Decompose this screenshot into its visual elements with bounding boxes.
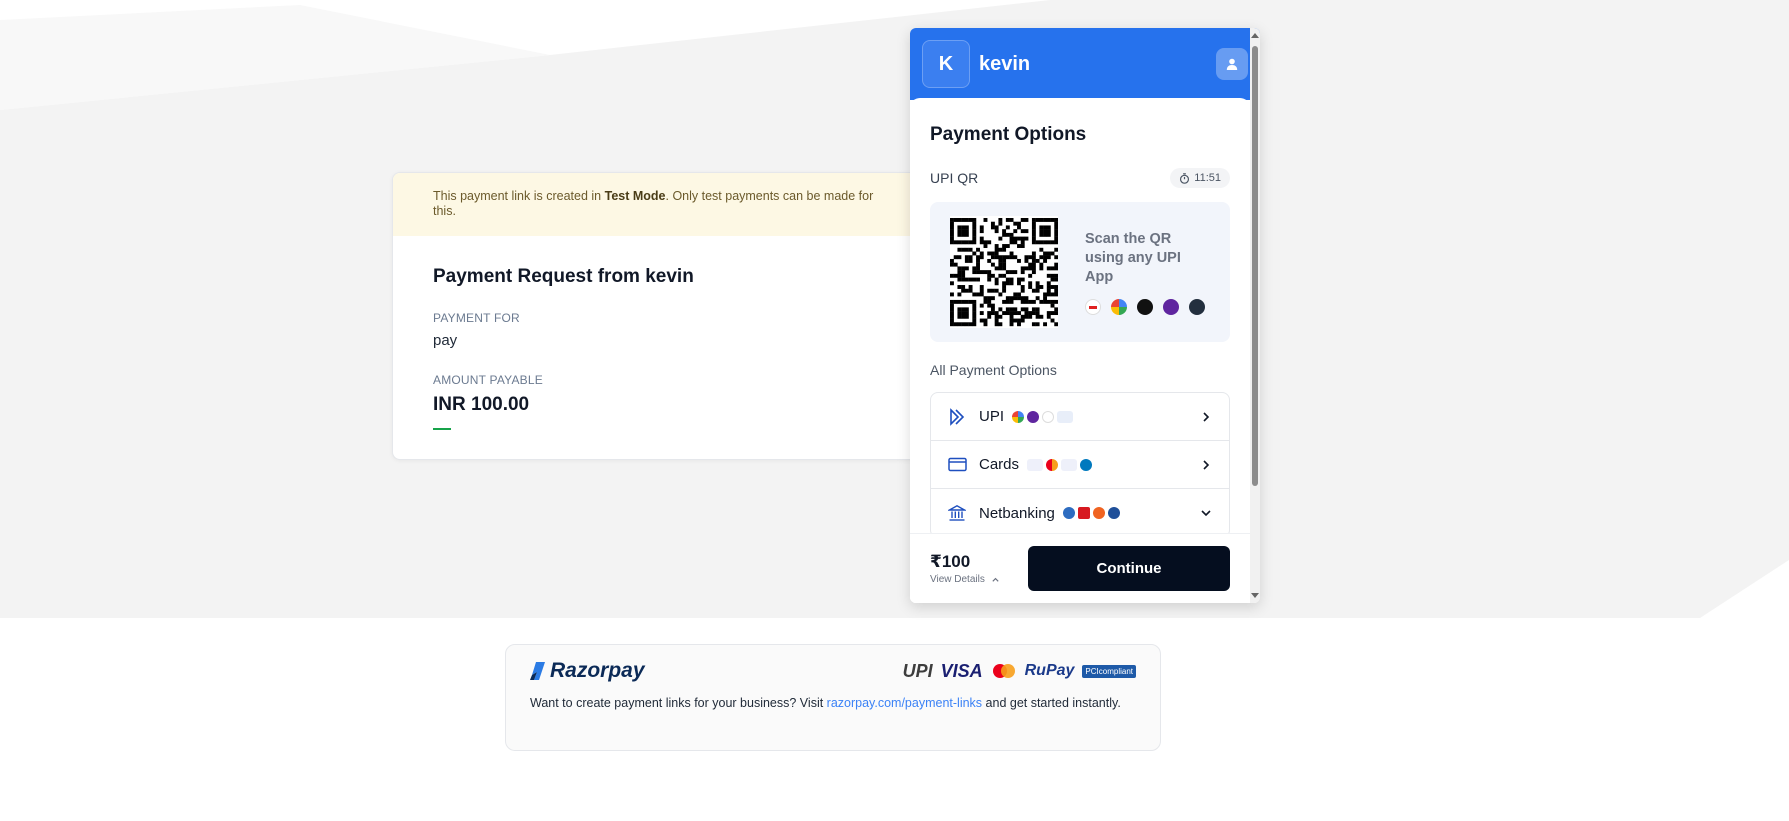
upi-app-icons <box>1085 298 1210 315</box>
test-banner-prefix: This payment link is created in <box>433 189 605 203</box>
icici-icon <box>1092 507 1105 519</box>
upi-qr-box: Scan the QR using any UPI App <box>930 202 1230 342</box>
visa-logo: VISA <box>940 660 983 681</box>
request-title: Payment Request from kevin <box>433 266 694 287</box>
pci-compliant-logo: PCIcompliant <box>1082 664 1136 678</box>
visa-icon <box>1027 458 1044 471</box>
scroll-up-arrow[interactable] <box>1251 33 1259 38</box>
diners-icon <box>1080 458 1093 471</box>
checkout-footer: ₹100 View Details Continue <box>910 533 1250 603</box>
payment-for-label: PAYMENT FOR <box>433 311 520 325</box>
upi-icon <box>947 407 967 427</box>
profile-button[interactable] <box>1216 48 1248 80</box>
sbi-icon <box>1062 507 1075 519</box>
mastercard-icon <box>1046 458 1059 471</box>
view-details-label: View Details <box>930 574 985 585</box>
checkout-panel: K kevin Payment Options UPI QR 11:51 Sca… <box>910 28 1260 603</box>
upi-app-logos <box>1012 410 1199 423</box>
mastercard-logo <box>992 664 1015 678</box>
promo-text-after: and get started instantly. <box>982 696 1121 710</box>
amount-value: INR 100.00 <box>433 394 530 415</box>
razorpay-promo-text: Want to create payment links for your bu… <box>530 693 1136 713</box>
payment-methods-list: UPI Cards Netbanking <box>930 392 1230 538</box>
checkout-scrollbar[interactable] <box>1250 28 1260 603</box>
chevron-right-icon <box>1203 459 1210 470</box>
payment-brand-logos: UPI VISA RuPay PCIcompliant <box>903 661 1136 682</box>
checkout-header: K kevin <box>910 28 1260 100</box>
test-mode-label: Test Mode <box>604 189 666 203</box>
all-payment-options-label: All Payment Options <box>930 362 1057 378</box>
razorpay-promo-card: Razorpay UPI VISA RuPay PCIcompliant Wan… <box>505 644 1161 751</box>
user-icon <box>1226 58 1238 70</box>
chevron-right-icon <box>1203 411 1210 422</box>
phonepe-icon <box>1163 298 1179 315</box>
axis-icon <box>1107 507 1120 519</box>
payment-links-link[interactable]: razorpay.com/payment-links <box>827 696 982 710</box>
paytm-icon <box>1042 410 1055 423</box>
qr-timer: 11:51 <box>1170 168 1230 188</box>
test-mode-banner: This payment link is created in Test Mod… <box>393 173 927 236</box>
bank-logos <box>1062 507 1199 519</box>
qr-code <box>950 216 1058 328</box>
bhim-icon <box>1057 410 1074 423</box>
method-netbanking-label: Netbanking <box>979 504 1055 522</box>
paytm-icon <box>1085 298 1101 315</box>
razorpay-logo: Razorpay <box>530 659 645 683</box>
rupay-logo: RuPay <box>1024 662 1075 679</box>
hdfc-icon <box>1077 507 1090 519</box>
payment-request-card: This payment link is created in Test Mod… <box>392 172 928 460</box>
gpay-icon <box>1111 298 1127 315</box>
merchant-name: kevin <box>979 52 1031 75</box>
upi-logo: UPI <box>902 660 933 681</box>
method-netbanking[interactable]: Netbanking <box>931 489 1229 537</box>
bank-icon <box>947 503 967 523</box>
scrollbar-thumb[interactable] <box>1252 46 1258 486</box>
stopwatch-icon <box>1180 172 1190 184</box>
chevron-down-icon <box>1201 510 1211 517</box>
scroll-down-arrow[interactable] <box>1251 593 1259 598</box>
phonepe-icon <box>1027 410 1040 423</box>
amount-label: AMOUNT PAYABLE <box>433 373 543 387</box>
footer-amount: ₹100 <box>930 552 971 571</box>
timer-value: 11:51 <box>1194 172 1221 184</box>
card-icon <box>947 455 967 475</box>
checkout-body: Payment Options UPI QR 11:51 Scan the QR… <box>910 98 1250 603</box>
amount-underline <box>433 428 451 430</box>
method-upi-label: UPI <box>979 408 1005 425</box>
continue-button[interactable]: Continue <box>1028 546 1230 591</box>
upi-qr-label: UPI QR <box>930 170 979 186</box>
razorpay-mark-icon <box>530 662 545 680</box>
amazonpay-icon <box>1189 298 1205 315</box>
payment-for-value: pay <box>433 332 458 349</box>
rupay-icon <box>1061 458 1078 471</box>
card-network-logos <box>1027 458 1199 471</box>
chevron-up-icon <box>992 577 999 582</box>
method-cards-label: Cards <box>979 456 1020 473</box>
cred-icon <box>1137 298 1153 315</box>
view-details-link[interactable]: View Details <box>930 574 1000 585</box>
merchant-logo: K <box>922 40 970 88</box>
method-cards[interactable]: Cards <box>931 441 1229 489</box>
promo-text-before: Want to create payment links for your bu… <box>530 696 827 710</box>
payment-options-title: Payment Options <box>930 124 1087 145</box>
razorpay-logo-text: Razorpay <box>550 659 645 682</box>
method-upi[interactable]: UPI <box>931 393 1229 441</box>
gpay-icon <box>1012 410 1025 423</box>
qr-caption: Scan the QR using any UPI App <box>1085 230 1181 285</box>
